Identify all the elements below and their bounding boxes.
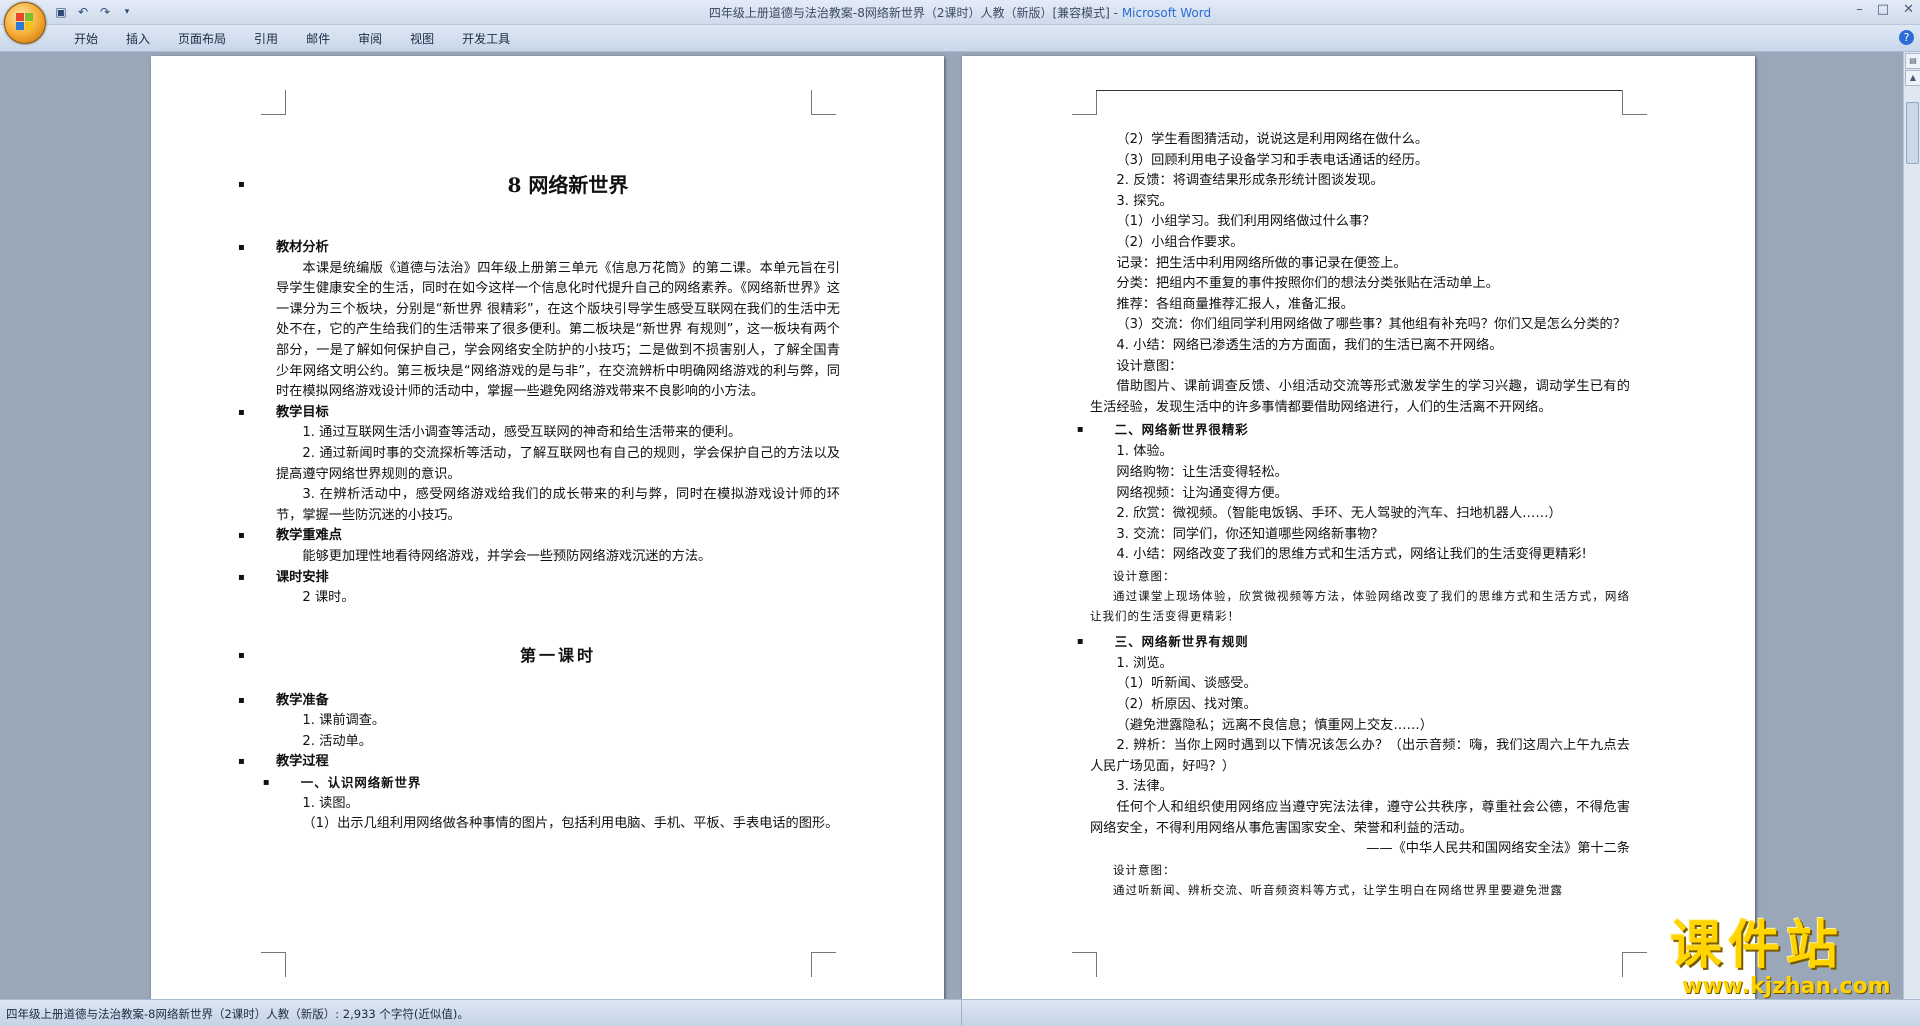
minimize-icon[interactable]: – (1856, 2, 1863, 17)
scroll-up-icon[interactable]: ▲ (1905, 70, 1920, 86)
crop-mark (811, 90, 836, 115)
heading-key-points: 教学重难点 (238, 526, 840, 547)
page-2-content[interactable]: （2）学生看图猜活动，说说这是利用网络在做什么。 （3）回顾利用电子设备学习和手… (1052, 130, 1630, 900)
prep-1: 1. 课前调查。 (302, 713, 386, 729)
window-title: 四年级上册道德与法治教案-8网络新世界（2课时）人教（新版）[兼容模式] - M… (0, 4, 1920, 21)
design-intent-text: 通过听新闻、辨析交流、听音频资料等方式，让学生明白在网络世界里要避免泄露 (1113, 882, 1563, 897)
help-icon[interactable]: ? (1899, 30, 1914, 45)
step-text: （1）听新闻、谈感受。 (1116, 676, 1257, 692)
step-text: 1. 浏览。 (1116, 655, 1173, 671)
status-text: 四年级上册道德与法治教案-8网络新世界（2课时）人教（新版）: 2,933 个字… (6, 1007, 469, 1021)
crop-mark (1072, 90, 1097, 115)
status-bar: 四年级上册道德与法治教案-8网络新世界（2课时）人教（新版）: 2,933 个字… (0, 999, 1920, 1026)
step-text: 3. 探究。 (1116, 193, 1173, 209)
step-text: 2. 欣赏：微视频。（智能电饭锅、手环、无人驾驶的汽车、扫地机器人……） (1116, 506, 1562, 522)
design-intent-label: 设计意图： (1113, 862, 1176, 877)
ribbon-tabs: 开始 插入 页面布局 引用 邮件 审阅 视图 开发工具 ? (0, 25, 1920, 52)
crop-mark (1622, 952, 1647, 977)
step-text: （3）交流：你们组同学利用网络做了哪些事？其他组有补充吗？你们又是怎么分类的？ (1116, 317, 1626, 333)
goal-1: 1. 通过互联网生活小调查等活动，感受互联网的神奇和给生活带来的便利。 (302, 425, 742, 441)
watermark-brand: 课件站 (1670, 915, 1845, 976)
step-text: 推荐：各组商量推荐汇报人，准备汇报。 (1116, 296, 1354, 312)
design-intent-label: 设计意图： (1113, 568, 1176, 583)
tab-mailings[interactable]: 邮件 (292, 30, 344, 47)
part-1-heading: 一、认识网络新世界 (238, 773, 840, 794)
crop-mark (1622, 90, 1647, 115)
vertical-scrollbar[interactable]: ▤ ▲ (1903, 52, 1920, 999)
step-text: （1）小组学习。我们利用网络做过什么事？ (1116, 214, 1376, 230)
step-text: （3）回顾利用电子设备学习和手表电话通话的经历。 (1116, 152, 1429, 168)
document-title: 四年级上册道德与法治教案-8网络新世界（2课时）人教（新版）[兼容模式] - (708, 6, 1118, 20)
crop-mark (811, 952, 836, 977)
lesson-heading: 第一课时 (238, 641, 840, 671)
step-text: 2. 反馈：将调查结果形成条形统计图谈发现。 (1116, 173, 1384, 189)
law-citation: ——《中华人民共和国网络安全法》第十二条 (1366, 841, 1630, 857)
read-step-1: （1）出示几组利用网络做各种事情的图片，包括利用电脑、手机、平板、手表电话的图形… (302, 816, 839, 832)
heading-process: 教学过程 (238, 752, 840, 773)
crop-mark (261, 90, 286, 115)
tab-insert[interactable]: 插入 (112, 30, 164, 47)
step-text: （2）小组合作要求。 (1116, 234, 1244, 250)
goal-3: 3. 在辨析活动中，感受网络游戏给我们的成长带来的利与弊，同时在模拟游戏设计师的… (276, 487, 840, 523)
goal-2: 2. 通过新闻时事的交流探析等活动，了解互联网也有自己的规则，学会保护自己的方法… (276, 445, 840, 482)
header-rule (1096, 90, 1622, 91)
prep-2: 2. 活动单。 (302, 733, 372, 749)
document-title-heading: 8 网络新世界 (238, 168, 840, 202)
page-2[interactable]: （2）学生看图猜活动，说说这是利用网络在做什么。 （3）回顾利用电子设备学习和手… (962, 56, 1755, 999)
heading-schedule: 课时安排 (238, 568, 840, 589)
scroll-thumb[interactable] (1906, 102, 1919, 164)
step-text: 网络购物：让生活变得轻松。 (1116, 464, 1288, 480)
heading-goals: 教学目标 (238, 403, 840, 424)
design-intent-text: 借助图片、课前调查反馈、小组活动交流等形式激发学生的学习兴趣，调动学生已有的生活… (1090, 379, 1630, 415)
ruler-toggle-icon[interactable]: ▤ (1905, 53, 1920, 69)
step-text: 网络视频：让沟通变得方便。 (1116, 485, 1288, 501)
step-text: 1. 体验。 (1116, 444, 1173, 460)
analysis-text: 本课是统编版《道德与法治》四年级上册第三单元《信息万花筒》的第二课。本单元旨在引… (276, 260, 840, 400)
step-text: 记录：把生活中利用网络所做的事记录在便签上。 (1116, 255, 1407, 271)
status-divider (961, 1000, 962, 1026)
office-button[interactable] (4, 2, 46, 44)
law-text: 任何个人和组织使用网络应当遵守宪法法律，遵守公共秩序，尊重社会公德，不得危害网络… (1090, 800, 1630, 836)
part-2-heading: 二、网络新世界很精彩 (1052, 418, 1630, 442)
step-text: （2）学生看图猜活动，说说这是利用网络在做什么。 (1116, 132, 1429, 147)
heading-preparation: 教学准备 (238, 691, 840, 712)
title-bar: ▣ ↶ ↷ ▾ 四年级上册道德与法治教案-8网络新世界（2课时）人教（新版）[兼… (0, 0, 1920, 25)
window-controls: – □ ✕ (1856, 2, 1914, 17)
heading-analysis: 教材分析 (238, 238, 840, 259)
step-text: 3. 交流：同学们，你还知道哪些网络新事物？ (1116, 526, 1384, 542)
tab-home[interactable]: 开始 (60, 30, 112, 47)
page-1-content[interactable]: 8 网络新世界 教材分析 本课是统编版《道德与法治》四年级上册第三单元《信息万花… (238, 128, 840, 835)
step-text: 3. 法律。 (1116, 779, 1173, 795)
tab-page-layout[interactable]: 页面布局 (164, 30, 240, 47)
crop-mark (1072, 952, 1097, 977)
tab-references[interactable]: 引用 (240, 30, 292, 47)
read-step: 1. 读图。 (302, 795, 359, 811)
step-text: 4. 小结：网络已渗透生活的方方面面，我们的生活已离不开网络。 (1116, 337, 1503, 353)
tab-developer[interactable]: 开发工具 (448, 30, 524, 47)
tab-review[interactable]: 审阅 (344, 30, 396, 47)
app-name: Microsoft Word (1121, 6, 1212, 20)
watermark-logo: 课件站 www.kjzhan.com (1670, 918, 1915, 1008)
tab-view[interactable]: 视图 (396, 30, 448, 47)
maximize-icon[interactable]: □ (1877, 2, 1889, 17)
design-intent-text: 通过课堂上现场体验，欣赏微视频等方法，体验网络改变了我们的思维方式和生活方式，网… (1090, 588, 1630, 623)
design-intent-label: 设计意图： (1116, 358, 1183, 374)
key-points-text: 能够更加理性地看待网络游戏，并学会一些预防网络游戏沉迷的方法。 (302, 548, 712, 564)
step-text: （2）析原因、找对策。 (1116, 697, 1257, 713)
document-workspace[interactable]: 8 网络新世界 教材分析 本课是统编版《道德与法治》四年级上册第三单元《信息万花… (0, 52, 1904, 999)
step-text: （避免泄露隐私；远离不良信息；慎重网上交友……） (1116, 717, 1433, 733)
step-text: 2. 辨析：当你上网时遇到以下情况该怎么办？（出示音频：嗨，我们这周六上午九点去… (1090, 738, 1630, 774)
schedule-text: 2 课时。 (302, 590, 355, 606)
page-1[interactable]: 8 网络新世界 教材分析 本课是统编版《道德与法治》四年级上册第三单元《信息万花… (151, 56, 944, 999)
close-icon[interactable]: ✕ (1903, 2, 1914, 17)
step-text: 4. 小结：网络改变了我们的思维方式和生活方式，网络让我们的生活变得更精彩! (1116, 547, 1587, 563)
part-3-heading: 三、网络新世界有规则 (1052, 630, 1630, 654)
office-button-icon (16, 13, 34, 31)
watermark-url: www.kjzhan.com (1682, 974, 1891, 999)
step-text: 分类：把组内不重复的事件按照你们的想法分类张贴在活动单上。 (1116, 276, 1499, 292)
crop-mark (261, 952, 286, 977)
